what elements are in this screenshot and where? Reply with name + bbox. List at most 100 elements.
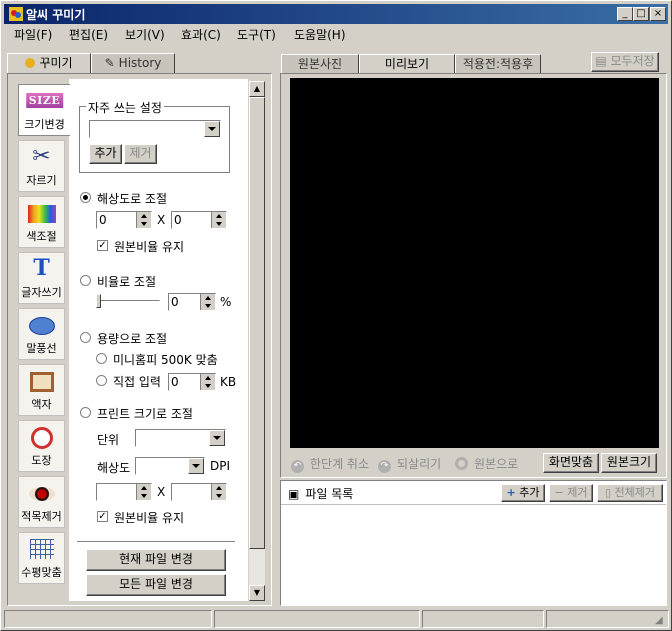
plus-icon: +	[506, 486, 516, 499]
tool-color-label: 색조절	[26, 230, 57, 243]
file-list-title: 파일 목록	[305, 487, 354, 501]
minimize-button[interactable]: _	[617, 7, 633, 21]
tool-crop-label: 자르기	[26, 174, 57, 187]
menu-tools[interactable]: 도구(T)	[237, 26, 276, 43]
dpi-select[interactable]	[135, 457, 205, 475]
percent-unit: %	[220, 295, 232, 309]
height-stepper[interactable]: 0	[171, 211, 227, 229]
file-remove-label: 제거	[567, 486, 588, 499]
maximize-button[interactable]: □	[633, 7, 649, 21]
capacity-radio[interactable]	[80, 332, 91, 343]
redo-label: 되살리기	[397, 457, 442, 471]
revert-control[interactable]: 원본으로	[455, 455, 518, 472]
spin-arrows-icon[interactable]	[211, 212, 226, 228]
tool-stamp[interactable]: 도장	[18, 420, 65, 472]
tool-redeye[interactable]: 적목제거	[18, 476, 65, 528]
ratio-stepper[interactable]: 0	[168, 293, 216, 311]
tool-frame[interactable]: 액자	[18, 364, 65, 416]
chevron-down-icon	[204, 121, 220, 137]
ratio-slider-thumb[interactable]	[96, 294, 101, 308]
kb-value: 0	[171, 375, 179, 389]
width-value: 0	[99, 213, 107, 227]
scroll-up-arrow-icon[interactable]: ▲	[249, 81, 265, 97]
add-favorite-button[interactable]: 추가	[89, 144, 122, 164]
fit-screen-button[interactable]: 화면맞춤	[543, 453, 599, 473]
file-add-button[interactable]: + 추가	[501, 484, 545, 502]
file-remove-button[interactable]: − 제거	[549, 484, 593, 502]
print-resolution-label: 해상도	[97, 461, 131, 475]
tool-level[interactable]: 수평맞춤	[18, 532, 65, 584]
tool-text[interactable]: T 글자쓰기	[18, 252, 65, 304]
tab-history-label: History	[118, 56, 162, 70]
ratio-radio[interactable]	[80, 275, 91, 286]
resolution-radio[interactable]	[80, 192, 91, 203]
scrollbar-thumb[interactable]	[249, 97, 265, 549]
height-value: 0	[174, 213, 182, 227]
print-width-stepper[interactable]	[96, 483, 152, 501]
print-height-stepper[interactable]	[171, 483, 227, 501]
app-icon	[9, 7, 23, 21]
menu-help[interactable]: 도움말(H)	[294, 26, 346, 43]
menu-edit[interactable]: 편집(E)	[69, 26, 108, 43]
tab-decorate[interactable]: 꾸미기	[7, 53, 91, 73]
file-remove-all-button[interactable]: ▯ 전체제거	[597, 484, 663, 502]
tab-history[interactable]: ✎ History	[91, 53, 175, 73]
kb-unit: KB	[220, 375, 237, 389]
spin-arrows-icon[interactable]	[211, 484, 226, 500]
status-cell-2	[214, 610, 420, 628]
favorites-select[interactable]	[89, 120, 221, 138]
preview-canvas[interactable]	[290, 78, 659, 448]
tool-crop[interactable]: ✂ 자르기	[18, 140, 65, 192]
resize-grip-icon[interactable]: ◢	[655, 615, 663, 626]
decorate-tab-icon	[25, 58, 36, 68]
scroll-down-arrow-icon[interactable]: ▼	[249, 585, 265, 601]
close-button[interactable]: ×	[650, 7, 666, 21]
direct-input-radio[interactable]	[96, 375, 107, 386]
menu-view[interactable]: 보기(V)	[125, 26, 165, 43]
file-remove-all-label: 전체제거	[614, 486, 656, 499]
tool-color[interactable]: 색조절	[18, 196, 65, 248]
tab-before-after[interactable]: 적용전:적용후	[455, 54, 541, 74]
save-all-button[interactable]: ▤ 모두저장	[591, 52, 659, 72]
ratio-value: 0	[171, 295, 179, 309]
remove-favorite-button[interactable]: 제거	[124, 144, 157, 164]
direct-input-label: 직접 입력	[113, 375, 161, 389]
title-bar[interactable]: 알씨 꾸미기 _ □ ×	[4, 4, 668, 24]
status-cell-3	[422, 610, 544, 628]
tool-speech[interactable]: 말풍선	[18, 308, 65, 360]
tool-stamp-label: 도장	[31, 454, 52, 467]
spin-arrows-icon[interactable]	[136, 212, 151, 228]
spin-arrows-icon[interactable]	[136, 484, 151, 500]
revert-label: 원본으로	[474, 457, 519, 471]
frame-icon	[29, 372, 54, 392]
favorites-label: 자주 쓰는 설정	[86, 99, 164, 116]
keep-ratio-checkbox[interactable]: ✓	[97, 240, 108, 251]
apply-all-button[interactable]: 모든 파일 변경	[86, 574, 226, 596]
actual-size-button[interactable]: 원본크기	[601, 453, 657, 473]
ratio-slider-track[interactable]	[97, 300, 160, 303]
keep-ratio-2-checkbox[interactable]: ✓	[97, 511, 108, 522]
scissors-icon: ✂	[32, 144, 51, 169]
tab-preview[interactable]: 미리보기	[359, 54, 455, 74]
kb-stepper[interactable]: 0	[168, 373, 216, 391]
menu-effect[interactable]: 효과(C)	[181, 26, 221, 43]
print-radio[interactable]	[80, 407, 91, 418]
tab-decorate-label: 꾸미기	[39, 56, 73, 70]
capacity-label: 용량으로 조절	[97, 332, 168, 346]
menu-file[interactable]: 파일(F)	[14, 26, 52, 43]
minihompy-radio[interactable]	[96, 353, 107, 364]
redo-control[interactable]: ↷ 되살리기	[378, 455, 441, 473]
file-list-title-wrap: ▣ 파일 목록	[288, 485, 353, 502]
tab-original[interactable]: 원본사진	[281, 54, 359, 74]
unit-select[interactable]	[135, 429, 226, 447]
spin-arrows-icon[interactable]	[200, 374, 215, 390]
window-title: 알씨 꾸미기	[26, 8, 86, 22]
chevron-down-icon	[188, 458, 204, 474]
width-stepper[interactable]: 0	[96, 211, 152, 229]
tool-resize[interactable]: SIZE 크기변경	[18, 84, 70, 136]
spin-arrows-icon[interactable]	[200, 294, 215, 310]
size-icon: SIZE	[25, 93, 64, 108]
app-window: 알씨 꾸미기 _ □ × 파일(F) 편집(E) 보기(V) 효과(C) 도구(…	[0, 0, 672, 631]
undo-control[interactable]: ↶ 한단계 취소	[291, 455, 369, 473]
apply-current-button[interactable]: 현재 파일 변경	[86, 549, 226, 571]
